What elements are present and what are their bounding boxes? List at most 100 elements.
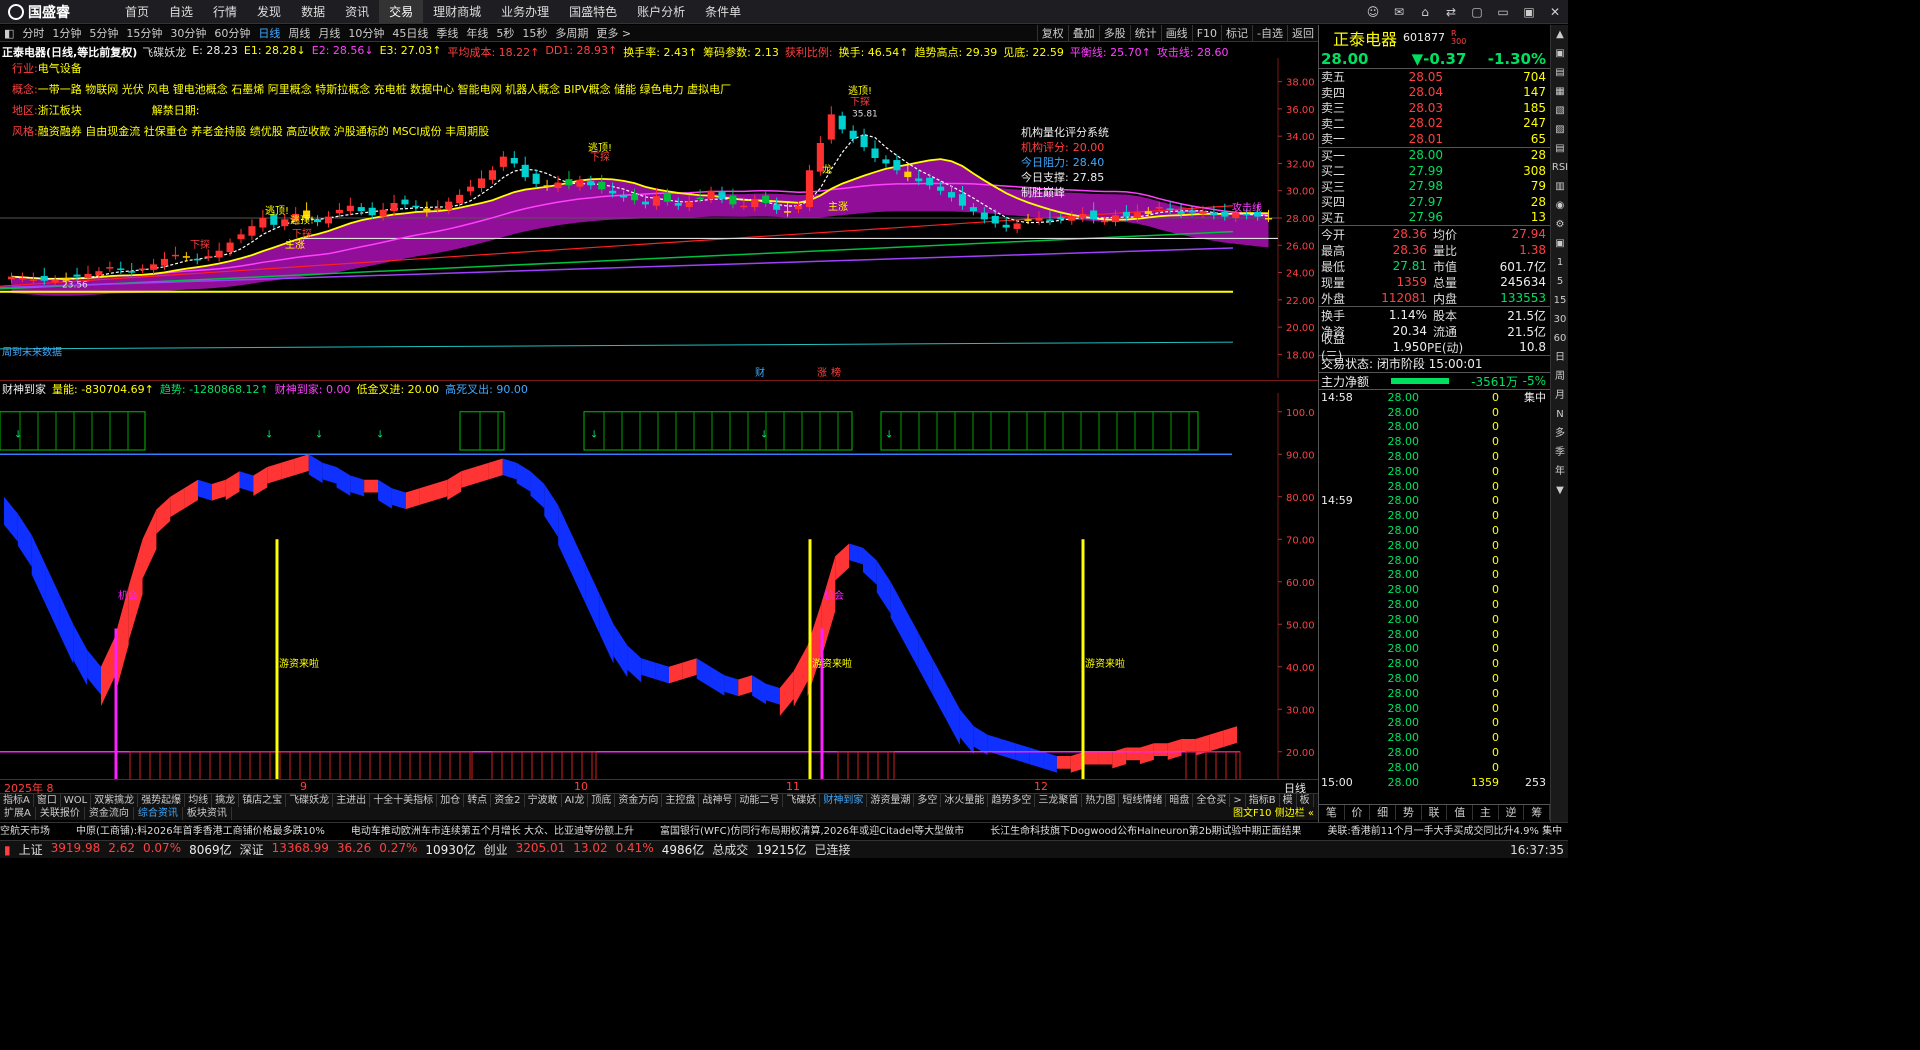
info-tab[interactable]: 关联报价 <box>36 807 85 820</box>
menu-item[interactable]: 数据 <box>291 0 335 24</box>
book-row[interactable]: 买五 27.96 13 <box>1319 210 1550 226</box>
sub-indicator-chart[interactable]: 100.0 90.00 80.00 70.00 60.00 50.00 40.00 30.00… <box>0 393 1318 779</box>
indicator-tab[interactable]: 板 <box>1297 794 1314 807</box>
chart-tool-button[interactable]: 多股 <box>1098 25 1130 42</box>
news-item[interactable]: 美联:香港前11个月一手大手买成交同比升4.9% 集中 <box>1327 826 1562 837</box>
side-tool-icon[interactable]: 月 <box>1551 386 1568 405</box>
window-control-icon[interactable]: ▢ <box>1464 0 1490 24</box>
f10-sidebar-toggle[interactable]: 图文F10 侧边栏 « <box>1229 807 1318 820</box>
info-tab[interactable]: 综合资讯 <box>134 807 183 820</box>
side-tool-icon[interactable]: 日 <box>1551 348 1568 367</box>
indicator-tab[interactable]: 暗盘 <box>1166 794 1194 807</box>
side-tool-icon[interactable]: ▤ <box>1551 63 1568 82</box>
indicator-tab[interactable]: 短线情绪 <box>1119 794 1167 807</box>
side-tool-icon[interactable]: ▥ <box>1551 177 1568 196</box>
indicator-tab[interactable]: 全仓买 <box>1193 794 1231 807</box>
indicator-tab[interactable]: 强势起爆 <box>138 794 186 807</box>
indicator-tab[interactable]: 指标A <box>0 794 34 807</box>
indicator-tab[interactable]: > <box>1230 794 1246 807</box>
indicator-tab[interactable]: 双紫擒龙 <box>91 794 139 807</box>
indicator-tab[interactable]: 主进出 <box>333 794 371 807</box>
side-tool-icon[interactable]: ▨ <box>1551 120 1568 139</box>
news-item[interactable]: 电动车推动欧洲车市连续第五个月增长 大众、比亚迪等份额上升 <box>351 826 634 837</box>
indicator-tab[interactable]: 十全十美指标 <box>370 794 438 807</box>
indicator-tab[interactable]: 财神到家 <box>820 794 868 807</box>
indicator-tab[interactable]: 模 <box>1280 794 1297 807</box>
finance-marker[interactable]: 财 <box>755 366 765 378</box>
indicator-tab[interactable]: 三龙聚首 <box>1035 794 1083 807</box>
period-button[interactable]: 1分钟 <box>48 25 85 41</box>
indicator-tab[interactable]: 指标B <box>1246 794 1280 807</box>
period-button[interactable]: 多周期 <box>551 25 592 41</box>
side-tool-icon[interactable]: 30 <box>1551 310 1568 329</box>
indicator-tab[interactable]: 宁波敢 <box>525 794 562 807</box>
side-tool-icon[interactable]: ▣ <box>1551 234 1568 253</box>
side-tool-icon[interactable]: 15 <box>1551 291 1568 310</box>
chart-tool-button[interactable]: 画线 <box>1160 25 1192 42</box>
news-ticker[interactable]: 空航天市场 中原(工商铺):料2026年首季香港工商铺价格最多跌10% 电动车推动欧… <box>0 822 1568 840</box>
window-control-icon[interactable]: ⇄ <box>1438 0 1464 24</box>
chart-tool-button[interactable]: 复权 <box>1036 25 1068 42</box>
quote-tab[interactable]: 价 <box>1345 805 1371 820</box>
news-item[interactable]: 中原(工商铺):料2026年首季香港工商铺价格最多跌10% <box>76 826 325 837</box>
side-tool-icon[interactable]: ▲ <box>1551 25 1568 44</box>
news-item[interactable]: 空航天市场 <box>0 826 50 837</box>
quote-tab[interactable]: 值 <box>1447 805 1474 820</box>
news-item[interactable]: 长江生命科技旗下Dogwood公布Halneuron第2b期试验中期正面结果 <box>990 826 1301 837</box>
window-control-icon[interactable]: ▭ <box>1490 0 1516 24</box>
book-row[interactable]: 卖四 28.04 147 <box>1319 85 1550 101</box>
indicator-tab[interactable]: 转点 <box>464 794 492 807</box>
window-control-icon[interactable]: ☺ <box>1360 0 1386 24</box>
indicator-tab[interactable]: 资金2 <box>491 794 525 807</box>
indicator-tab[interactable]: 均线 <box>185 794 213 807</box>
indicator-tab[interactable]: 动能二号 <box>736 794 784 807</box>
indicator-tab[interactable]: 战神号 <box>699 794 737 807</box>
side-tool-icon[interactable]: ▣ <box>1551 44 1568 63</box>
menu-item[interactable]: 首页 <box>115 0 159 24</box>
indicator-tab[interactable]: 飞碟妖 <box>783 794 821 807</box>
book-row[interactable]: 卖二 28.02 247 <box>1319 116 1550 132</box>
period-button[interactable]: 5秒 <box>492 25 518 41</box>
book-row[interactable]: 买三 27.98 79 <box>1319 179 1550 195</box>
chart-tool-button[interactable]: 统计 <box>1129 25 1161 42</box>
period-button[interactable]: 月线 <box>314 25 344 41</box>
side-tool-icon[interactable]: ◉ <box>1551 196 1568 215</box>
menu-item[interactable]: 行情 <box>203 0 247 24</box>
quote-tab[interactable]: 联 <box>1422 805 1448 820</box>
period-square-icon[interactable]: ◧ <box>0 27 18 40</box>
chart-tool-button[interactable]: -自选 <box>1252 25 1287 42</box>
rise-marker[interactable]: 涨 <box>817 367 827 378</box>
period-button[interactable]: 45日线 <box>388 25 432 41</box>
menu-item[interactable]: 资讯 <box>335 0 379 24</box>
window-control-icon[interactable]: ⌂ <box>1412 0 1438 24</box>
chart-tool-button[interactable]: 返回 <box>1287 25 1318 42</box>
menu-item[interactable]: 账户分析 <box>627 0 695 24</box>
indicator-tab[interactable]: 顶底 <box>588 794 616 807</box>
window-control-icon[interactable]: ✕ <box>1542 0 1568 24</box>
indicator-tab[interactable]: 游资量潮 <box>867 794 915 807</box>
book-row[interactable]: 买四 27.97 28 <box>1319 194 1550 210</box>
indicator-tab[interactable]: 主控盘 <box>662 794 700 807</box>
indicator-tab[interactable]: 热力图 <box>1082 794 1120 807</box>
window-control-icon[interactable]: ▣ <box>1516 0 1542 24</box>
book-row[interactable]: 买二 27.99 308 <box>1319 163 1550 179</box>
period-button[interactable]: 15分钟 <box>122 25 166 41</box>
info-tab[interactable]: 板块资讯 <box>183 807 232 820</box>
chart-tool-button[interactable]: F10 <box>1191 25 1221 42</box>
period-button[interactable]: 更多 > <box>592 25 635 41</box>
menu-item[interactable]: 条件单 <box>695 0 751 24</box>
side-tool-icon[interactable]: 年 <box>1551 462 1568 481</box>
indicator-tab[interactable]: AI龙 <box>562 794 589 807</box>
chart-tool-button[interactable]: 标记 <box>1221 25 1252 42</box>
indicator-tab[interactable]: 冰火量能 <box>941 794 989 807</box>
indicator-tab[interactable]: 擒龙 <box>212 794 240 807</box>
period-button[interactable]: 15秒 <box>518 25 551 41</box>
period-button[interactable]: 10分钟 <box>344 25 388 41</box>
side-tool-icon[interactable]: 季 <box>1551 443 1568 462</box>
period-button[interactable]: 60分钟 <box>210 25 254 41</box>
quote-tab[interactable]: 细 <box>1370 805 1397 820</box>
main-kline-chart[interactable]: 38.00 36.00 34.00 32.00 30.00 28.00 26.00 24.00… <box>0 58 1318 378</box>
quote-tab[interactable]: 筹 <box>1524 805 1551 820</box>
info-tab[interactable]: 扩展A <box>0 807 36 820</box>
menu-item[interactable]: 发现 <box>247 0 291 24</box>
